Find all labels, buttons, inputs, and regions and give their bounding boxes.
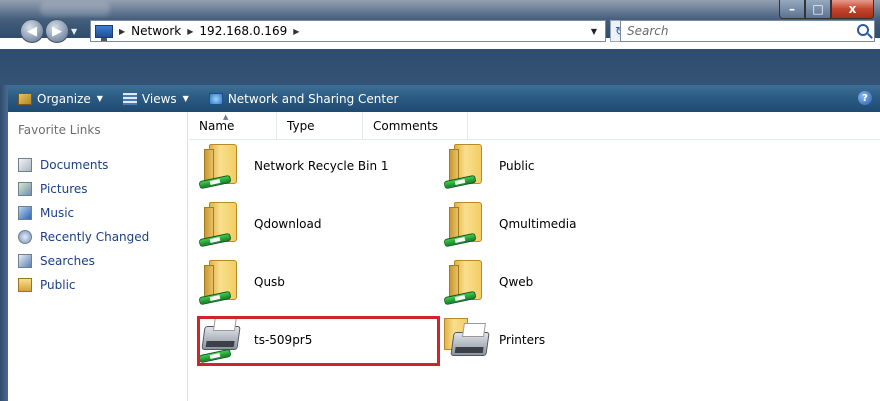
searches-icon bbox=[18, 254, 32, 268]
shared-folder-icon bbox=[198, 144, 243, 190]
share-tile[interactable]: Qdownload bbox=[198, 202, 322, 248]
column-header-name[interactable]: ▲ Name bbox=[189, 112, 277, 140]
folder-icon bbox=[18, 278, 32, 292]
share-label: Network Recycle Bin 1 bbox=[254, 159, 389, 173]
sidebar-item-searches[interactable]: Searches bbox=[18, 249, 149, 273]
share-tile[interactable]: Qmultimedia bbox=[443, 202, 577, 248]
address-row: ◀ ▶ ▼ ▶ Network ▶ 192.168.0.169 ▶ ▼ ↻ Se… bbox=[0, 15, 880, 49]
recent-pages-dropdown[interactable]: ▼ bbox=[71, 27, 77, 36]
command-bar: Organize ▼ Views ▼ Network and Sharing C… bbox=[8, 85, 880, 112]
column-header-label: Name bbox=[199, 119, 235, 133]
printers-label: Printers bbox=[499, 333, 546, 347]
sidebar-item-label: Documents bbox=[40, 158, 109, 172]
sidebar-item-documents[interactable]: Documents bbox=[18, 153, 149, 177]
shared-folder-icon bbox=[443, 202, 488, 248]
printers-folder-icon bbox=[444, 318, 490, 362]
address-bar[interactable]: ▶ Network ▶ 192.168.0.169 ▶ ▼ bbox=[90, 20, 606, 42]
column-headers: ▲ Name Type Comments bbox=[189, 112, 880, 140]
organize-label: Organize bbox=[37, 91, 91, 106]
views-button[interactable]: Views ▼ bbox=[122, 91, 189, 106]
breadcrumb-network[interactable]: Network bbox=[131, 24, 181, 38]
window-left-border bbox=[0, 85, 8, 401]
printers-folder-tile[interactable]: Printers bbox=[444, 318, 545, 362]
favorite-links-heading: Favorite Links bbox=[18, 123, 101, 137]
sidebar-item-pictures[interactable]: Pictures bbox=[18, 177, 149, 201]
column-header-comments[interactable]: Comments bbox=[363, 112, 468, 140]
shared-folder-icon bbox=[443, 144, 488, 190]
organize-icon bbox=[18, 92, 32, 105]
favorite-links-list: Documents Pictures Music Recently Change… bbox=[18, 153, 149, 297]
search-input[interactable]: Search bbox=[620, 20, 875, 42]
sidebar-item-music[interactable]: Music bbox=[18, 201, 149, 225]
chevron-right-icon[interactable]: ▶ bbox=[119, 27, 125, 36]
sidebar-item-label: Searches bbox=[40, 254, 95, 268]
sort-ascending-icon: ▲ bbox=[223, 113, 229, 121]
title-bar-shine bbox=[40, 2, 110, 16]
shared-folder-icon bbox=[198, 202, 243, 248]
back-button[interactable]: ◀ bbox=[20, 19, 44, 43]
share-tile[interactable]: Qweb bbox=[443, 260, 534, 306]
navigation-pane: Favorite Links Documents Pictures Music … bbox=[8, 112, 188, 401]
share-label: Qweb bbox=[499, 275, 534, 289]
sidebar-item-label: Recently Changed bbox=[40, 230, 150, 244]
music-icon bbox=[18, 206, 32, 220]
share-label: Public bbox=[499, 159, 535, 173]
organize-button[interactable]: Organize ▼ bbox=[18, 92, 103, 106]
documents-icon bbox=[18, 158, 32, 172]
sidebar-item-label: Music bbox=[40, 206, 75, 220]
chevron-down-icon: ▼ bbox=[182, 94, 189, 103]
search-placeholder: Search bbox=[627, 24, 669, 38]
sidebar-item-label: Public bbox=[40, 278, 76, 292]
network-center-button[interactable]: Network and Sharing Center bbox=[208, 91, 399, 106]
forward-button[interactable]: ▶ bbox=[45, 19, 69, 43]
chevron-right-icon[interactable]: ▶ bbox=[293, 27, 299, 36]
share-label: Qmultimedia bbox=[499, 217, 577, 231]
share-tile[interactable]: Qusb bbox=[198, 260, 285, 306]
chevron-down-icon: ▼ bbox=[96, 94, 103, 103]
search-icon[interactable] bbox=[857, 24, 869, 36]
network-center-label: Network and Sharing Center bbox=[227, 91, 399, 106]
sidebar-item-label: Pictures bbox=[40, 182, 88, 196]
shared-folder-icon bbox=[198, 260, 243, 306]
network-center-icon bbox=[208, 92, 223, 105]
breadcrumb-host[interactable]: 192.168.0.169 bbox=[199, 24, 287, 38]
share-label: Qdownload bbox=[254, 217, 322, 231]
column-header-type[interactable]: Type bbox=[277, 112, 363, 140]
shared-folder-icon bbox=[443, 260, 488, 306]
address-dropdown-icon[interactable]: ▼ bbox=[591, 27, 597, 36]
help-icon[interactable]: ? bbox=[858, 91, 872, 105]
share-label: Qusb bbox=[254, 275, 285, 289]
share-tile[interactable]: Public bbox=[443, 144, 535, 190]
explorer-window: – □ x ◀ ▶ ▼ ▶ Network ▶ 192.168.0.169 ▶ … bbox=[0, 0, 880, 401]
share-tile[interactable]: Network Recycle Bin 1 bbox=[198, 144, 389, 190]
sidebar-item-recently-changed[interactable]: Recently Changed bbox=[18, 225, 149, 249]
column-header-label: Comments bbox=[373, 119, 439, 133]
views-label: Views bbox=[141, 91, 177, 106]
pictures-icon bbox=[18, 182, 32, 196]
chevron-right-icon[interactable]: ▶ bbox=[187, 27, 193, 36]
recently-changed-icon bbox=[18, 230, 32, 244]
sidebar-item-public[interactable]: Public bbox=[18, 273, 149, 297]
column-header-label: Type bbox=[287, 119, 315, 133]
highlight-box bbox=[197, 316, 440, 366]
network-icon bbox=[95, 24, 113, 41]
views-icon bbox=[122, 92, 137, 105]
